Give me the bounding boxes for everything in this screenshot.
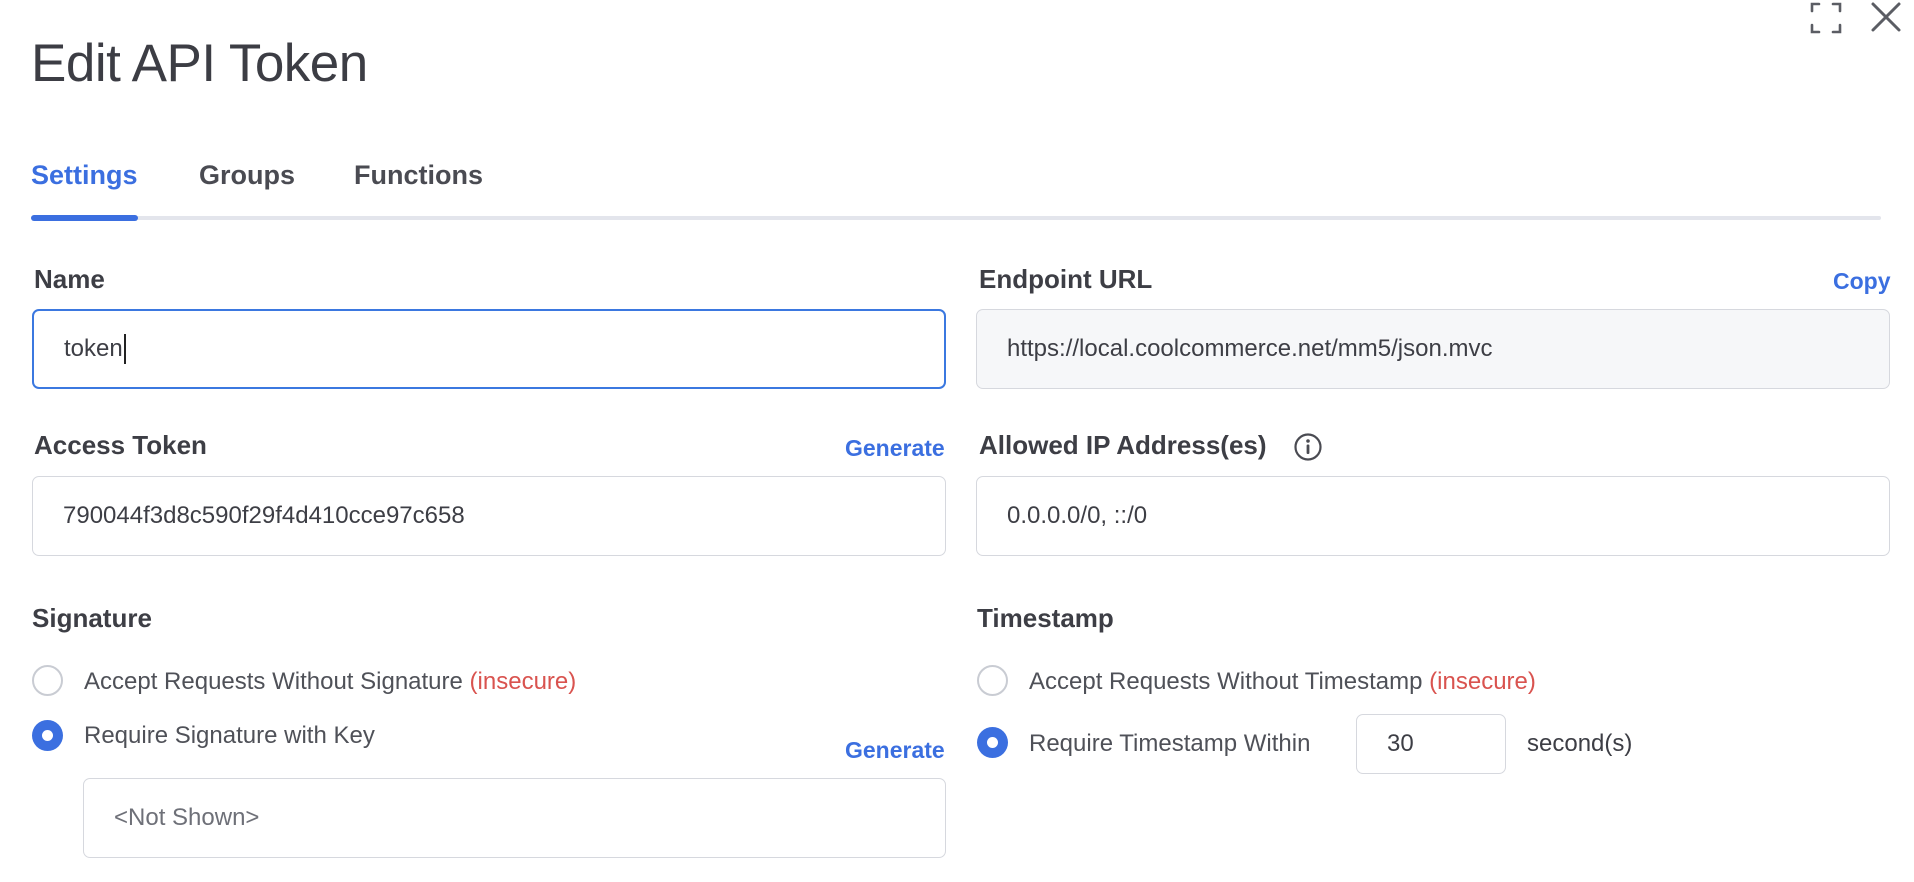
access-token-label: Access Token	[34, 430, 207, 460]
signature-heading: Signature	[32, 603, 152, 633]
generate-access-token-link[interactable]: Generate	[845, 432, 945, 464]
radio-selected-dot	[987, 737, 998, 748]
endpoint-url-field[interactable]: https://local.coolcommerce.net/mm5/json.…	[976, 309, 1890, 389]
expand-icon[interactable]	[1809, 0, 1843, 36]
signature-without-option[interactable]: Accept Requests Without Signature (insec…	[84, 665, 576, 699]
allowed-ip-label: Allowed IP Address(es)	[979, 430, 1267, 460]
endpoint-url-label: Endpoint URL	[979, 264, 1153, 294]
timestamp-insecure-flag: (insecure)	[1429, 668, 1536, 695]
signature-key-field[interactable]: <Not Shown>	[83, 778, 946, 858]
radio-selected-dot	[42, 730, 53, 741]
endpoint-url-value: https://local.coolcommerce.net/mm5/json.…	[1007, 335, 1493, 362]
dialog-title: Edit API Token	[31, 34, 368, 93]
timestamp-heading: Timestamp	[977, 603, 1114, 633]
name-input-value: token	[64, 335, 123, 362]
tabs-divider	[31, 216, 1881, 220]
timestamp-seconds-input[interactable]: 30	[1356, 714, 1506, 774]
text-caret	[123, 334, 126, 364]
signature-without-radio[interactable]	[32, 665, 63, 696]
info-icon[interactable]	[1293, 432, 1323, 462]
timestamp-within-radio[interactable]	[977, 727, 1008, 758]
generate-signature-key-link[interactable]: Generate	[845, 734, 945, 766]
tab-functions[interactable]: Functions	[354, 153, 483, 197]
tab-groups[interactable]: Groups	[199, 153, 295, 197]
timestamp-without-radio[interactable]	[977, 665, 1008, 696]
allowed-ip-input[interactable]: 0.0.0.0/0, ::/0	[976, 476, 1890, 556]
tab-settings[interactable]: Settings	[31, 153, 138, 197]
allowed-ip-value: 0.0.0.0/0, ::/0	[1007, 502, 1148, 529]
edit-api-token-dialog: Edit API Token Settings Groups Functions…	[0, 0, 1914, 882]
signature-key-label[interactable]: Require Signature with Key	[84, 719, 375, 753]
name-label: Name	[34, 264, 105, 294]
close-icon[interactable]	[1869, 0, 1903, 36]
active-tab-indicator	[31, 215, 138, 221]
signature-key-value: <Not Shown>	[114, 804, 260, 831]
signature-key-radio[interactable]	[32, 720, 63, 751]
name-input[interactable]: token	[32, 309, 946, 389]
copy-endpoint-link[interactable]: Copy	[1833, 265, 1891, 297]
timestamp-without-option[interactable]: Accept Requests Without Timestamp (insec…	[1029, 665, 1536, 699]
timestamp-within-label[interactable]: Require Timestamp Within	[1029, 727, 1310, 761]
signature-without-label: Accept Requests Without Signature	[84, 668, 463, 695]
access-token-input[interactable]: 790044f3d8c590f29f4d410cce97c658	[32, 476, 946, 556]
timestamp-without-label: Accept Requests Without Timestamp	[1029, 668, 1423, 695]
signature-insecure-flag: (insecure)	[469, 668, 577, 695]
timestamp-seconds-value: 30	[1387, 730, 1414, 757]
seconds-unit-label: second(s)	[1527, 730, 1633, 757]
access-token-value: 790044f3d8c590f29f4d410cce97c658	[63, 502, 465, 529]
